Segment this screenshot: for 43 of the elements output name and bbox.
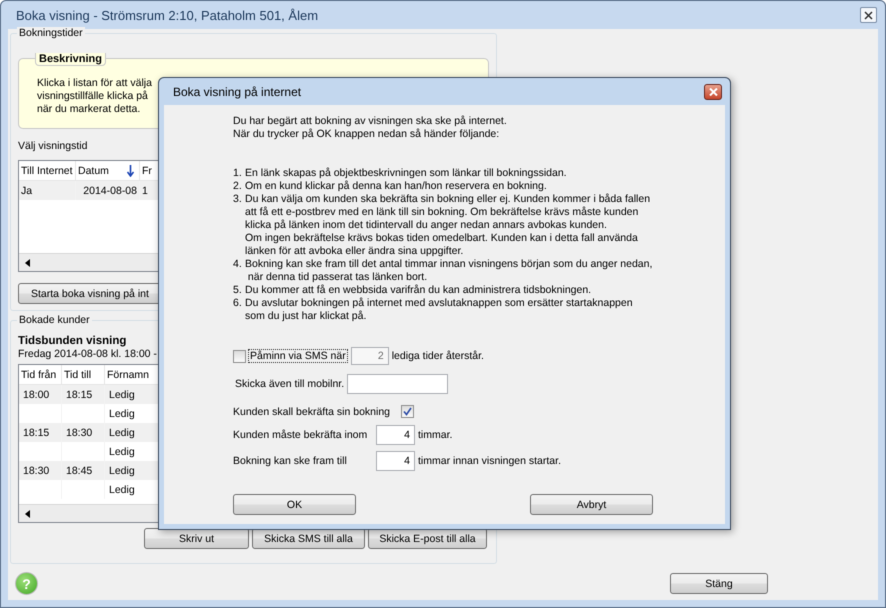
step-text: Du kommer att få en webbsida varifrån du kan administrera tidsbokningen. <box>245 284 592 297</box>
description-text: visningstillfälle klicka på <box>37 90 148 103</box>
table-cell: 18:30 <box>19 461 62 480</box>
group-title: Bokade kunder <box>17 314 92 326</box>
dialog-title: Boka visning på internet <box>173 84 302 98</box>
description-text: när du markerat detta. <box>37 103 140 116</box>
date-text: Fredag 2014-08-08 kl. 18:00 - <box>18 348 157 360</box>
step-text: Bokning kan ske fram till det antal timmar innan visningens början som du anger nedan, <box>245 258 652 271</box>
field-label: Kunden måste bekräfta inom <box>233 429 368 441</box>
field-label: Skicka även till mobilnr. <box>235 378 344 390</box>
step-number: 2. <box>233 180 243 193</box>
step-number: 5. <box>233 284 243 297</box>
field-label: Bokning kan ske fram till <box>233 455 348 467</box>
intro-text: När du trycker på OK knappen nedan så händer följande: <box>233 128 500 141</box>
description-title: Beskrivning <box>35 53 106 66</box>
step-text: länken för att avboka eller ändra sina uppgifter. <box>245 245 464 258</box>
description-text: Klicka i listan för att välja <box>37 77 152 90</box>
step-text: Du avslutar bokningen på internet med avslutaknappen som ersätter startaknappen <box>245 297 633 310</box>
step-text: En länk skapas på objektbeskrivningen som länkar till bokningssidan. <box>245 167 567 180</box>
field-suffix: timmar innan visningen startar. <box>418 455 561 467</box>
step-text: som du just har klickat på. <box>245 310 368 323</box>
window-title: Boka visning - Strömsrum 2:10, Pataholm 501, Ålem <box>16 8 318 22</box>
checkbox-label: Kunden skall bekräfta sin bokning <box>233 406 390 418</box>
group-title: Bokningstider <box>17 27 85 39</box>
list-label: Välj visningstid <box>18 140 88 152</box>
step-text: klicka på länken inom det tidintervall du anger nedan annars avbokas kunden. <box>245 219 608 232</box>
step-text: när denna tid passerat tas länken bort. <box>246 271 428 284</box>
table-cell: 18:15 <box>62 385 105 404</box>
table-cell: 18:15 <box>19 423 62 442</box>
step-text: Om ingen bekräftelse krävs bokas tiden omedelbart. Kunden kan i detta fall använda <box>245 232 639 245</box>
table-cell: 2014-08-08 <box>76 181 140 200</box>
field-suffix: timmar. <box>418 429 452 441</box>
table-cell: 18:30 <box>62 423 105 442</box>
intro-text: Du har begärt att bokning av visningen ska ske på internet. <box>233 115 508 128</box>
field-suffix: lediga tider återstår. <box>392 350 484 362</box>
step-number: 6. <box>233 297 243 311</box>
table-cell: Ja <box>19 181 76 200</box>
step-number: 1. <box>233 167 243 180</box>
table-cell: 18:00 <box>19 385 62 404</box>
table-cell: 18:45 <box>62 461 105 480</box>
step-text: att få ett e-postbrev med en länk till sin bokning. Om bekräftelse krävs måste kunden <box>245 206 640 219</box>
section-heading: Tidsbunden visning <box>18 335 126 347</box>
step-number: 4. <box>233 258 243 272</box>
